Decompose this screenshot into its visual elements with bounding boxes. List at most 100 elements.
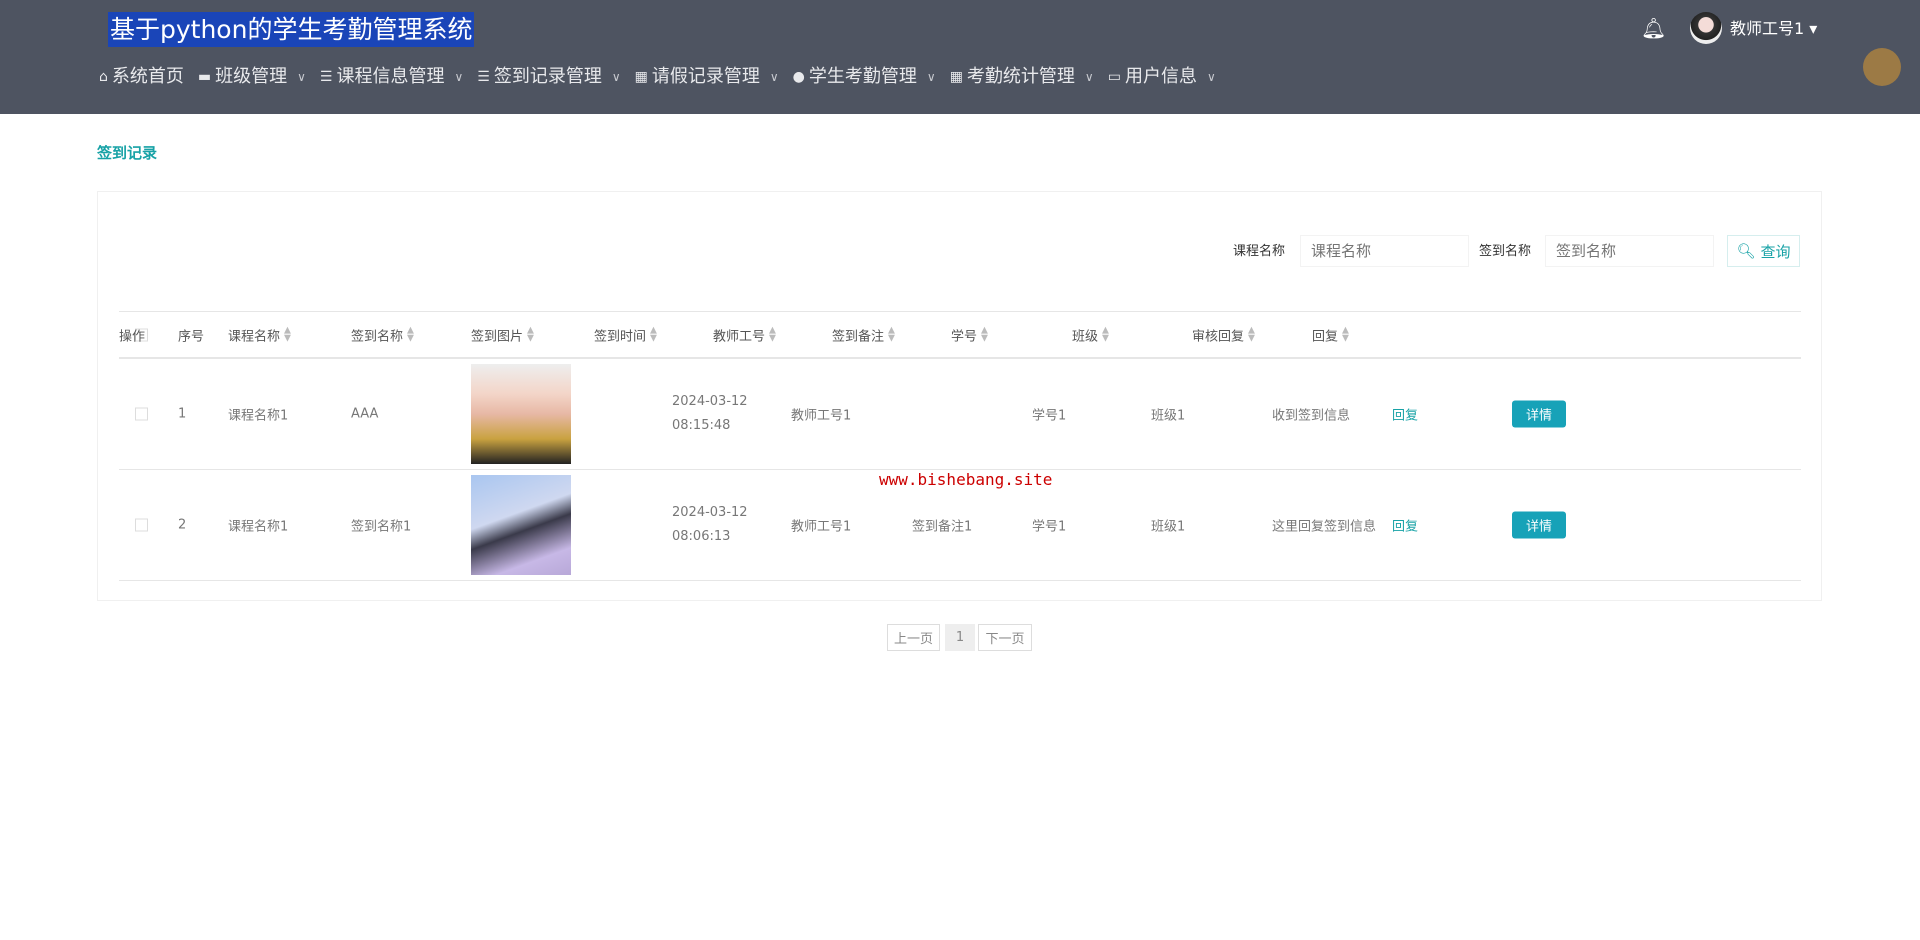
reply-link[interactable]: 回复	[1392, 405, 1418, 424]
sort-icon[interactable]: ▲ ▼	[1102, 326, 1109, 343]
sort-icon[interactable]: ▲ ▼	[407, 326, 414, 343]
column-header[interactable]: 课程名称 ▲ ▼	[228, 325, 291, 344]
sort-icon[interactable]: ▲ ▼	[1248, 326, 1255, 343]
sign-search-input[interactable]	[1545, 235, 1714, 267]
reply-link[interactable]: 回复	[1392, 516, 1418, 535]
column-label: 审核回复	[1192, 329, 1245, 344]
prev-page-button[interactable]: 上一页	[887, 624, 940, 651]
chevron-down-icon: ∨	[769, 70, 779, 84]
nav-label: 系统首页	[111, 66, 184, 87]
column-label: 序号	[178, 329, 205, 344]
sort-icon[interactable]: ▲ ▼	[981, 326, 988, 343]
nav-label: 签到记录管理	[493, 66, 602, 87]
nav-label: 请假记录管理	[651, 66, 760, 87]
sort-icon[interactable]: ▲ ▼	[888, 326, 895, 343]
chevron-down-icon: ∨	[1084, 70, 1094, 84]
sign-time: 2024-03-12 08:06:13	[672, 505, 748, 544]
sign-image[interactable]	[471, 364, 571, 464]
class-name: 班级1	[1151, 519, 1186, 535]
sign-remark: 签到备注1	[912, 519, 973, 535]
teacher-id: 教师工号1	[791, 408, 852, 424]
sign-name: AAA	[351, 406, 379, 422]
nav-item-7[interactable]: ▭ 用户信息 ∨	[1108, 64, 1216, 90]
column-header[interactable]: 学号 ▲ ▼	[951, 325, 988, 344]
app-title: 基于python的学生考勤管理系统	[108, 12, 475, 47]
column-label: 回复	[1312, 329, 1339, 344]
row-checkbox[interactable]	[135, 518, 148, 532]
course-name: 课程名称1	[228, 519, 289, 535]
card-icon: ▭	[1107, 69, 1121, 85]
student-id: 学号1	[1032, 408, 1067, 424]
table-header: 序号 课程名称 ▲ ▼ 签到名称 ▲ ▼ 签到图片 ▲ ▼ 签到时间 ▲ ▼ 教师工号 ▲ ▼ 签到备注 ▲ ▼ 学号…	[119, 312, 1801, 359]
review-reply: 收到签到信息	[1272, 408, 1351, 424]
home-icon: ⌂	[99, 69, 108, 85]
sign-records-table: 序号 课程名称 ▲ ▼ 签到名称 ▲ ▼ 签到图片 ▲ ▼ 签到时间 ▲ ▼ 教师工号 ▲ ▼ 签到备注 ▲ ▼ 学号…	[119, 311, 1801, 581]
chevron-down-icon: ∨	[297, 70, 306, 84]
column-header[interactable]: 班级 ▲ ▼	[1072, 325, 1109, 344]
column-header[interactable]: 签到时间 ▲ ▼	[594, 325, 657, 344]
row-index: 2	[178, 517, 187, 533]
nav-label: 学生考勤管理	[808, 66, 917, 87]
cursor-highlight	[1863, 48, 1901, 86]
detail-button[interactable]: 详情	[1512, 400, 1567, 428]
column-label: 班级	[1072, 329, 1099, 344]
chevron-down-icon: ∨	[454, 70, 464, 84]
grid-icon: ▦	[949, 69, 963, 85]
column-header[interactable]: 审核回复 ▲ ▼	[1192, 325, 1255, 344]
page-1-button[interactable]: 1	[945, 624, 975, 651]
nav-item-0[interactable]: ⌂ 系统首页	[99, 64, 184, 90]
sort-icon[interactable]: ▲ ▼	[650, 326, 657, 343]
list-icon: ☰	[477, 69, 490, 85]
nav-item-2[interactable]: ☰ 课程信息管理 ∨	[320, 64, 463, 90]
sort-icon[interactable]: ▲ ▼	[1342, 326, 1349, 343]
column-header: 操作	[119, 325, 145, 344]
nav-item-5[interactable]: ● 学生考勤管理 ∨	[793, 64, 936, 90]
sort-icon[interactable]: ▲ ▼	[769, 326, 776, 343]
course-label: 课程名称	[1233, 244, 1286, 259]
main-nav: ⌂ 系统首页 ▬ 班级管理 ∨ ☰ 课程信息管理 ∨ ☰ 签到记录管理 ∨ ▦ 请假记录管理 ∨ ● 学生考勤…	[99, 64, 1216, 90]
avatar[interactable]	[1690, 12, 1722, 44]
sort-icon[interactable]: ▲ ▼	[284, 326, 291, 343]
nav-item-6[interactable]: ▦ 考勤统计管理 ∨	[950, 64, 1094, 90]
column-header[interactable]: 签到备注 ▲ ▼	[832, 325, 895, 344]
sign-label: 签到名称	[1479, 244, 1532, 259]
row-index: 1	[178, 406, 187, 422]
column-header: 序号	[178, 325, 204, 344]
nav-item-3[interactable]: ☰ 签到记录管理 ∨	[477, 64, 620, 90]
list-icon: ☰	[319, 69, 333, 85]
briefcase-icon: ▬	[197, 69, 212, 85]
top-header: 基于python的学生考勤管理系统 ⌂ 系统首页 ▬ 班级管理 ∨ ☰ 课程信息管理 ∨ ☰ 签到…	[0, 0, 1920, 114]
column-label: 签到时间	[594, 329, 647, 344]
watermark: www.bishebang.site	[879, 470, 1053, 489]
username: 教师工号1	[1730, 19, 1805, 38]
user-menu[interactable]: 教师工号1 ▾	[1730, 18, 1817, 40]
class-name: 班级1	[1151, 408, 1186, 424]
sign-image[interactable]	[471, 475, 571, 575]
column-header[interactable]: 回复 ▲ ▼	[1312, 325, 1349, 344]
search-button[interactable]: 🔍︎ 查询	[1727, 235, 1800, 267]
table-row: 1 课程名称1 AAA 2024-03-12 08:15:48 教师工号1 学号…	[119, 359, 1801, 470]
column-header[interactable]: 教师工号 ▲ ▼	[713, 325, 776, 344]
column-label: 学号	[951, 329, 978, 344]
column-label: 签到图片	[471, 329, 524, 344]
chevron-down-icon: ∨	[926, 70, 936, 84]
nav-item-4[interactable]: ▦ 请假记录管理 ∨	[635, 64, 779, 90]
course-search-input[interactable]	[1300, 235, 1469, 267]
bell-icon[interactable]: 🔔︎	[1641, 16, 1666, 40]
nav-item-1[interactable]: ▬ 班级管理 ∨	[198, 64, 306, 90]
column-header[interactable]: 签到名称 ▲ ▼	[351, 325, 414, 344]
search-icon: 🔍︎	[1736, 242, 1756, 260]
chevron-down-icon: ∨	[1206, 70, 1216, 84]
nav-label: 班级管理	[215, 66, 288, 87]
nav-label: 课程信息管理	[336, 66, 445, 87]
row-checkbox[interactable]	[135, 407, 148, 421]
pin-icon: ●	[792, 69, 805, 85]
next-page-button[interactable]: 下一页	[978, 624, 1032, 651]
column-label: 操作	[119, 329, 146, 344]
sign-name: 签到名称1	[351, 519, 412, 535]
sort-icon[interactable]: ▲ ▼	[527, 326, 534, 343]
chevron-down-icon: ∨	[611, 70, 621, 84]
nav-label: 用户信息	[1124, 66, 1197, 87]
detail-button[interactable]: 详情	[1512, 511, 1567, 539]
column-header[interactable]: 签到图片 ▲ ▼	[471, 325, 534, 344]
